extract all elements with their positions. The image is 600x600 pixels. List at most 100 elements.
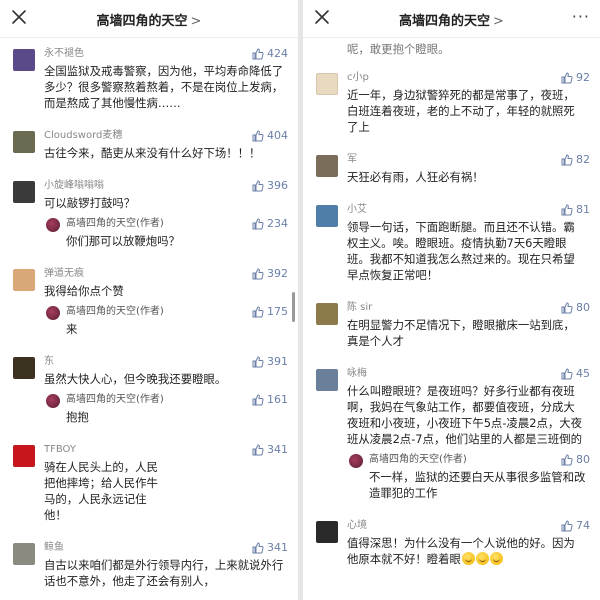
author-reply: 高墙四角的天空(作者) 161 抱抱 <box>44 387 288 425</box>
avatar[interactable] <box>316 303 338 325</box>
avatar[interactable] <box>316 73 338 95</box>
comment-item: 咏梅 45 什么叫瞪眼班？是夜班吗？好多行业都有夜班啊，我妈在气象站工作，都要值… <box>303 359 600 511</box>
comment-item: 小艾 81 领导一句话，下面跑断腿。而且还不认错。霸权主义。唉。瞪眼班。疫情执勤… <box>303 195 600 293</box>
avatar[interactable] <box>13 445 35 467</box>
like-button[interactable]: 80 <box>561 453 590 466</box>
comment-username[interactable]: 心境 <box>347 519 590 533</box>
comment-text: 领导一句话，下面跑断腿。而且还不认错。霸权主义。唉。瞪眼班。疫情执勤7天6天瞪眼… <box>347 220 575 282</box>
like-button[interactable]: 341 <box>252 541 288 554</box>
comment-text: 可以敲锣打鼓吗？ <box>44 196 136 210</box>
avatar[interactable] <box>316 521 338 543</box>
avatar[interactable] <box>316 369 338 391</box>
comment-item: 心境 74 值得深思！为什么没有一个人说他的好。因为他原本就不好！瞪着眼 <box>303 511 600 577</box>
thumbs-up-icon <box>252 267 264 279</box>
like-button[interactable]: 234 <box>252 217 288 230</box>
thumbs-up-icon <box>252 179 264 191</box>
like-button[interactable]: 161 <box>252 393 288 406</box>
avatar[interactable] <box>13 131 35 153</box>
comment-feed: 呢，敢更抱个瞪眼。 c小p 92 近一年，身边狱警猝死的都是常事了，夜班，白班连… <box>303 13 600 600</box>
thumbs-up-icon <box>252 393 264 405</box>
like-button[interactable]: 396 <box>252 179 288 192</box>
comment-text: 全国监狱及戒毒警察，因为他，平均寿命降低了多少？很多警察熬着熬着，不是在岗位上发… <box>44 64 284 110</box>
thumbs-up-icon <box>561 301 573 313</box>
author-avatar[interactable] <box>46 394 60 408</box>
comment-text: 天狂必有雨，人狂必有祸！ <box>347 170 484 184</box>
comment-username[interactable]: 小艾 <box>347 203 590 217</box>
thumbs-up-icon <box>561 71 573 83</box>
like-button[interactable]: 81 <box>561 203 590 216</box>
comment-feed: 永不褪色 424 全国监狱及戒毒警察，因为他，平均寿命降低了多少？很多警察熬着熬… <box>0 39 298 600</box>
comment-username[interactable]: 军 <box>347 153 590 167</box>
comment-username[interactable]: 咏梅 <box>347 367 590 381</box>
page-title[interactable]: 高墙四角的天空 > <box>0 10 298 29</box>
like-button[interactable]: 45 <box>561 367 590 380</box>
reply-text: 你们那可以放鞭炮吗？ <box>66 234 180 248</box>
grin-emoji-icon <box>461 552 475 565</box>
like-count: 161 <box>267 393 288 406</box>
like-button[interactable]: 74 <box>561 519 590 532</box>
like-count: 92 <box>576 71 590 84</box>
comment-item: c小p 92 近一年，身边狱警猝死的都是常事了，夜班，白班连着夜班，老的上不动了… <box>303 63 600 145</box>
chevron-right-icon: > <box>493 14 504 29</box>
top-bar: 高墙四角的天空 > ··· <box>303 0 600 38</box>
avatar[interactable] <box>316 205 338 227</box>
like-count: 341 <box>267 541 288 554</box>
like-button[interactable]: 82 <box>561 153 590 166</box>
like-count: 45 <box>576 367 590 380</box>
avatar[interactable] <box>316 155 338 177</box>
thumbs-up-icon <box>561 453 573 465</box>
like-button[interactable]: 175 <box>252 305 288 318</box>
scrollbar[interactable] <box>292 292 295 322</box>
comment-text: 值得深思！为什么没有一个人说他的好。因为他原本就不好！瞪着眼 <box>347 535 586 567</box>
like-count: 392 <box>267 267 288 280</box>
thumbs-up-icon <box>561 367 573 379</box>
reply-text: 抱抱 <box>66 410 89 424</box>
like-button[interactable]: 404 <box>252 129 288 142</box>
like-count: 81 <box>576 203 590 216</box>
comment-item: 陈 sir 80 在明显警力不足情况下，瞪眼撤床一站到底，真是个人才 <box>303 293 600 359</box>
comment-text-body: 值得深思！为什么没有一个人说他的好。因为他原本就不好！瞪着眼 <box>347 536 575 566</box>
comment-item: 弹道无痕 392 我得给你点个赞 高墙四角的天空(作者) 175 来 <box>0 259 298 347</box>
author-avatar[interactable] <box>349 454 363 468</box>
thumbs-up-icon <box>252 541 264 553</box>
comment-text: 近一年，身边狱警猝死的都是常事了，夜班，白班连着夜班，老的上不动了，年轻的就照死… <box>347 88 575 134</box>
like-count: 341 <box>267 443 288 456</box>
like-count: 80 <box>576 453 590 466</box>
like-button[interactable]: 391 <box>252 355 288 368</box>
comment-username[interactable]: 陈 sir <box>347 301 590 315</box>
reply-username[interactable]: 高墙四角的天空(作者) <box>369 453 590 467</box>
author-avatar[interactable] <box>46 306 60 320</box>
right-comments-panel: 呢，敢更抱个瞪眼。 c小p 92 近一年，身边狱警猝死的都是常事了，夜班，白班连… <box>303 0 600 600</box>
avatar[interactable] <box>13 543 35 565</box>
comment-item: TFBOY 341 骑在人民头上的，人民把他摔垮；给人民作牛马的，人民永远记住他… <box>0 435 298 533</box>
like-button[interactable]: 92 <box>561 71 590 84</box>
avatar[interactable] <box>13 269 35 291</box>
like-button[interactable]: 392 <box>252 267 288 280</box>
author-reply: 高墙四角的天空(作者) 80 不一样，监狱的还要白天从事很多监管和改造罪犯的工作 <box>347 447 590 501</box>
author-avatar[interactable] <box>46 218 60 232</box>
comment-text: 骑在人民头上的，人民把他摔垮；给人民作牛马的，人民永远记住他！ <box>44 460 158 522</box>
like-count: 424 <box>267 47 288 60</box>
avatar[interactable] <box>13 181 35 203</box>
page-title[interactable]: 高墙四角的天空 > <box>303 10 600 29</box>
comment-item: 东 391 虽然大快人心，但今晚我还要瞪眼。 高墙四角的天空(作者) 161 抱… <box>0 347 298 435</box>
comment-item: 军 82 天狂必有雨，人狂必有祸！ <box>303 145 600 195</box>
author-reply: 高墙四角的天空(作者) 234 你们那可以放鞭炮吗？ <box>44 211 288 249</box>
like-button[interactable]: 424 <box>252 47 288 60</box>
like-count: 404 <box>267 129 288 142</box>
title-text: 高墙四角的天空 <box>399 14 491 29</box>
comment-text: 什么叫瞪眼班？是夜班吗？好多行业都有夜班啊，我妈在气象站工作，都要值夜班，分成大… <box>347 384 583 446</box>
comment-item: Cloudsword麦穗 404 古往今来，酷吏从来没有什么好下场！！！ <box>0 121 298 171</box>
more-icon[interactable]: ··· <box>572 7 590 26</box>
like-button[interactable]: 341 <box>252 443 288 456</box>
grin-emoji-icon <box>489 552 503 565</box>
comment-username[interactable]: c小p <box>347 71 590 85</box>
top-bar: 高墙四角的天空 > <box>0 0 298 38</box>
avatar[interactable] <box>13 49 35 71</box>
thumbs-up-icon <box>252 305 264 317</box>
avatar[interactable] <box>13 357 35 379</box>
like-button[interactable]: 80 <box>561 301 590 314</box>
thumbs-up-icon <box>561 519 573 531</box>
comment-text: 虽然大快人心，但今晚我还要瞪眼。 <box>44 372 227 386</box>
like-count: 82 <box>576 153 590 166</box>
